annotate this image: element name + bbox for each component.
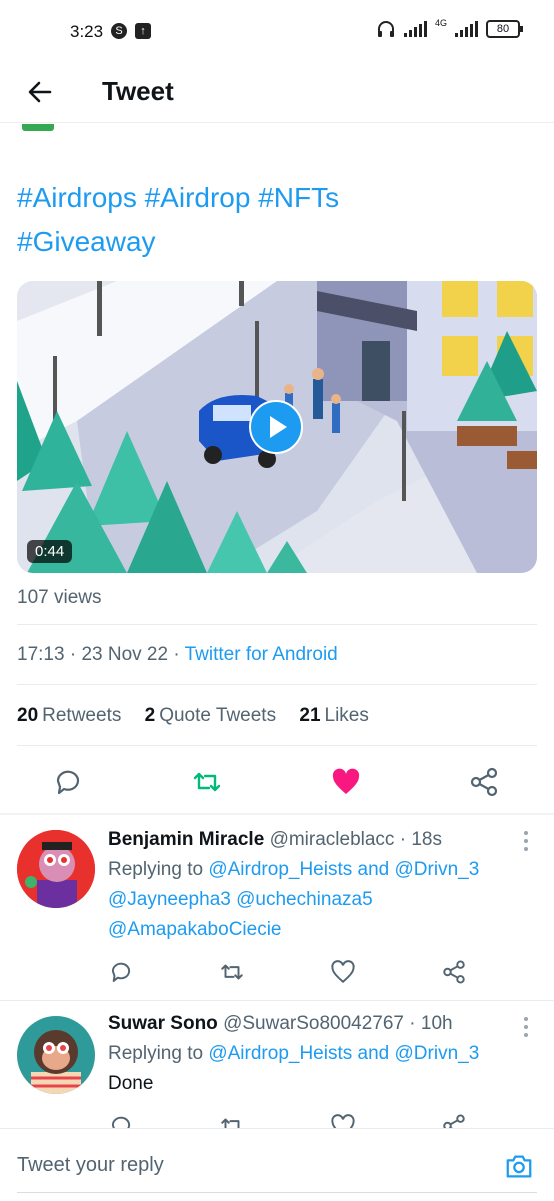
more-options-icon[interactable] — [524, 1017, 528, 1041]
reply-time: · 10h — [409, 1013, 453, 1034]
share-icon[interactable] — [441, 1113, 467, 1128]
reply-actions — [108, 959, 528, 987]
replying-prefix: Replying to — [108, 1043, 209, 1064]
and-text: and — [352, 859, 395, 880]
mention-link[interactable]: @Airdrop_Heists — [208, 1043, 352, 1064]
tweet-source-link[interactable]: Twitter for Android — [185, 644, 338, 665]
reply-body-line[interactable]: @AmapakaboCiecie — [108, 915, 528, 945]
tweet-time: 17:13 — [17, 644, 65, 665]
reply-icon[interactable] — [108, 1113, 134, 1128]
replying-to: Replying to @Airdrop_Heists and @Drivn_3 — [108, 1039, 528, 1069]
hashtag-line-1[interactable]: #Airdrops #Airdrop #NFTs — [17, 176, 537, 220]
meta-dot-2: · — [173, 644, 185, 665]
reply-icon[interactable] — [108, 959, 134, 985]
reply-content: Suwar Sono @SuwarSo80042767 · 10h Replyi… — [108, 1009, 528, 1099]
replying-to: Replying to @Airdrop_Heists and @Drivn_3 — [108, 855, 528, 885]
meta-dot-1: · — [69, 644, 82, 665]
status-bar: 3:23 S ↑ 4G 80 — [0, 0, 554, 62]
likes-count: 21 — [299, 705, 321, 726]
reply-body-line[interactable]: @Jayneepha3 @uchechinaza5 — [108, 885, 528, 915]
quotes-label: Quote Tweets — [159, 705, 277, 726]
battery-icon: 80 — [486, 20, 523, 38]
play-icon[interactable] — [249, 400, 303, 454]
reply-item[interactable]: Suwar Sono @SuwarSo80042767 · 10h Replyi… — [0, 1001, 554, 1128]
like-heart-icon[interactable] — [330, 766, 362, 798]
reply-author-name[interactable]: Benjamin Miracle — [108, 829, 264, 850]
quote-tweets-count-link[interactable]: 2 Quote Tweets — [145, 705, 276, 726]
page-title: Tweet — [102, 76, 174, 106]
view-count: 107 views — [17, 587, 102, 608]
reply-time: · 18s — [399, 829, 442, 850]
reply-author-name[interactable]: Suwar Sono — [108, 1013, 218, 1034]
reply-body-line: Done — [108, 1073, 154, 1094]
reply-content: Benjamin Miracle @miracleblacc · 18s Rep… — [108, 825, 528, 945]
avatar[interactable] — [17, 830, 95, 908]
reply-header: Benjamin Miracle @miracleblacc · 18s — [108, 825, 528, 855]
previous-content-edge — [22, 124, 54, 131]
video-player[interactable]: 0:44 — [17, 281, 537, 573]
signal-icon — [403, 21, 427, 37]
tweet-actions — [0, 760, 554, 804]
headphones-icon — [377, 21, 394, 37]
retweets-label: Retweets — [42, 705, 122, 726]
back-arrow-icon[interactable] — [24, 76, 56, 108]
reply-composer[interactable]: Tweet your reply — [0, 1128, 554, 1201]
reply-item[interactable]: Benjamin Miracle @miracleblacc · 18s Rep… — [0, 815, 554, 1000]
quotes-count: 2 — [144, 705, 156, 726]
mention-link[interactable]: @Airdrop_Heists — [208, 859, 352, 880]
reply-input[interactable]: Tweet your reply — [17, 1154, 164, 1177]
like-icon[interactable] — [330, 959, 356, 985]
avatar-image — [17, 1016, 95, 1094]
retweets-count: 20 — [17, 705, 39, 726]
avatar-image — [17, 830, 95, 908]
share-icon[interactable] — [468, 766, 500, 798]
hashtag-line-2[interactable]: #Giveaway — [17, 220, 537, 264]
divider — [17, 684, 537, 685]
avatar[interactable] — [17, 1016, 95, 1094]
reply-author-handle[interactable]: @SuwarSo80042767 — [223, 1013, 404, 1034]
upload-icon: ↑ — [135, 23, 151, 39]
retweets-count-link[interactable]: 20 Retweets — [17, 705, 121, 726]
reply-icon[interactable] — [52, 766, 84, 798]
and-text: and — [352, 1043, 395, 1064]
camera-icon[interactable] — [504, 1151, 534, 1181]
reply-actions — [108, 1113, 528, 1128]
engagement-counts: 20 Retweets 2 Quote Tweets 21 Likes — [17, 705, 387, 727]
tweet-meta: 17:13 · 23 Nov 22 · Twitter for Android — [17, 644, 338, 666]
mention-link[interactable]: @Drivn_3 — [395, 859, 480, 880]
divider — [17, 624, 537, 625]
bottom-edge — [17, 1192, 537, 1193]
app-header: Tweet — [0, 62, 554, 123]
reply-header: Suwar Sono @SuwarSo80042767 · 10h — [108, 1009, 528, 1039]
likes-label: Likes — [324, 705, 369, 726]
retweet-icon[interactable] — [219, 959, 245, 985]
replying-prefix: Replying to — [108, 859, 209, 880]
signal-icon-2 — [455, 21, 478, 37]
mention-link[interactable]: @Drivn_3 — [395, 1043, 480, 1064]
like-icon[interactable] — [330, 1113, 356, 1128]
retweet-icon[interactable] — [219, 1113, 245, 1128]
reply-author-handle[interactable]: @miracleblacc — [270, 829, 395, 850]
retweet-icon[interactable] — [191, 766, 223, 798]
likes-count-link[interactable]: 21 Likes — [299, 705, 369, 726]
tweet-hashtags: #Airdrops #Airdrop #NFTs #Giveaway — [17, 176, 537, 264]
divider — [17, 745, 537, 746]
s-app-icon: S — [111, 23, 127, 39]
share-icon[interactable] — [441, 959, 467, 985]
network-type: 4G — [434, 18, 447, 28]
video-duration: 0:44 — [27, 540, 73, 563]
status-icons: 4G 80 — [376, 18, 523, 38]
more-options-icon[interactable] — [524, 831, 528, 855]
status-time: 3:23 — [70, 22, 104, 41]
tweet-date: 23 Nov 22 — [81, 644, 169, 665]
